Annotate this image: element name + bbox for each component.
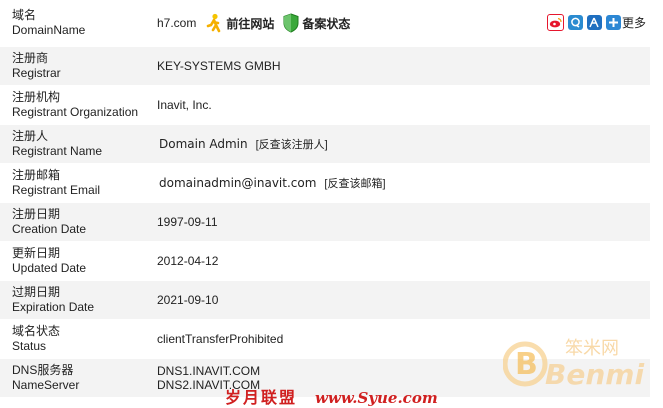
walking-person-icon bbox=[207, 13, 221, 33]
value-registrant-email: domainadmin@inavit.com [反查该邮箱] bbox=[157, 175, 386, 191]
label-expiration-date: 过期日期 Expiration Date bbox=[12, 285, 95, 314]
share-more-link[interactable]: 更多 bbox=[622, 14, 646, 31]
label-nameserver: DNS服务器 NameServer bbox=[12, 363, 80, 392]
registrant-name-text: Domain Admin bbox=[159, 137, 248, 151]
footer-text: 岁月联盟 bbox=[225, 390, 298, 407]
label-updated-date: 更新日期 Updated Date bbox=[12, 246, 87, 275]
footer-watermark: 岁月联盟 www.Syue.com bbox=[225, 384, 438, 408]
label-creation-date: 注册日期 Creation Date bbox=[12, 207, 87, 236]
row-registrant-name: 注册人 Registrant Name Domain Admin [反查该注册人… bbox=[0, 125, 650, 164]
value-registrar: KEY-SYSTEMS GMBH bbox=[157, 59, 281, 73]
svg-text:B: B bbox=[515, 347, 538, 382]
value-creation-date: 1997-09-11 bbox=[157, 215, 218, 229]
add-share-icon[interactable] bbox=[605, 15, 621, 30]
row-expiration-date: 过期日期 Expiration Date 2021-09-10 bbox=[0, 281, 650, 320]
label-registrant-name: 注册人 Registrant Name bbox=[12, 129, 103, 158]
nameserver-1: DNS1.INAVIT.COM bbox=[157, 364, 261, 378]
lookup-email-link[interactable]: [反查该邮箱] bbox=[324, 175, 385, 191]
row-creation-date: 注册日期 Creation Date 1997-09-11 bbox=[0, 203, 650, 242]
svg-text:Benmi: Benmi bbox=[545, 358, 644, 391]
benmi-watermark-logo: B 笨米网 Benmi bbox=[502, 332, 653, 392]
share-bar: 更多 bbox=[543, 14, 646, 31]
weibo-icon[interactable] bbox=[546, 14, 564, 31]
label-registrant-email: 注册邮箱 Registrant Email bbox=[12, 168, 101, 197]
value-status: clientTransferProhibited bbox=[157, 332, 284, 346]
row-registrant-email: 注册邮箱 Registrant Email domainadmin@inavit… bbox=[0, 164, 650, 203]
value-registrant-name: Domain Admin [反查该注册人] bbox=[157, 136, 328, 152]
row-registrar: 注册商 Registrar KEY-SYSTEMS GMBH bbox=[0, 47, 650, 86]
label-domain-name: 域名 DomainName bbox=[12, 8, 86, 37]
beian-status-button[interactable]: 备案状态 bbox=[282, 13, 350, 33]
value-expiration-date: 2021-09-10 bbox=[157, 293, 219, 307]
qzone-icon[interactable] bbox=[567, 15, 583, 30]
row-registrant-organization: 注册机构 Registrant Organization Inavit, Inc… bbox=[0, 86, 650, 125]
value-updated-date: 2012-04-12 bbox=[157, 254, 219, 268]
label-registrant-organization: 注册机构 Registrant Organization bbox=[12, 90, 139, 119]
row-updated-date: 更新日期 Updated Date 2012-04-12 bbox=[0, 242, 650, 281]
lookup-registrant-link[interactable]: [反查该注册人] bbox=[256, 136, 328, 152]
shield-icon bbox=[283, 13, 299, 33]
row-domain-name: 域名 DomainName h7.com 前往网站 备案状态 更多 bbox=[0, 0, 650, 47]
goto-site-button[interactable]: 前往网站 bbox=[204, 13, 274, 33]
renren-icon[interactable] bbox=[586, 15, 602, 30]
footer-domain: www.Syue.com bbox=[315, 389, 438, 407]
value-registrant-organization: Inavit, Inc. bbox=[157, 98, 212, 112]
label-registrar: 注册商 Registrar bbox=[12, 51, 61, 80]
svg-text:笨米网: 笨米网 bbox=[565, 338, 619, 359]
domain-name-text: h7.com bbox=[157, 16, 197, 30]
registrant-email-text: domainadmin@inavit.com bbox=[159, 176, 317, 190]
value-domain-name: h7.com 前往网站 备案状态 bbox=[157, 13, 350, 33]
label-status: 域名状态 Status bbox=[12, 324, 61, 353]
